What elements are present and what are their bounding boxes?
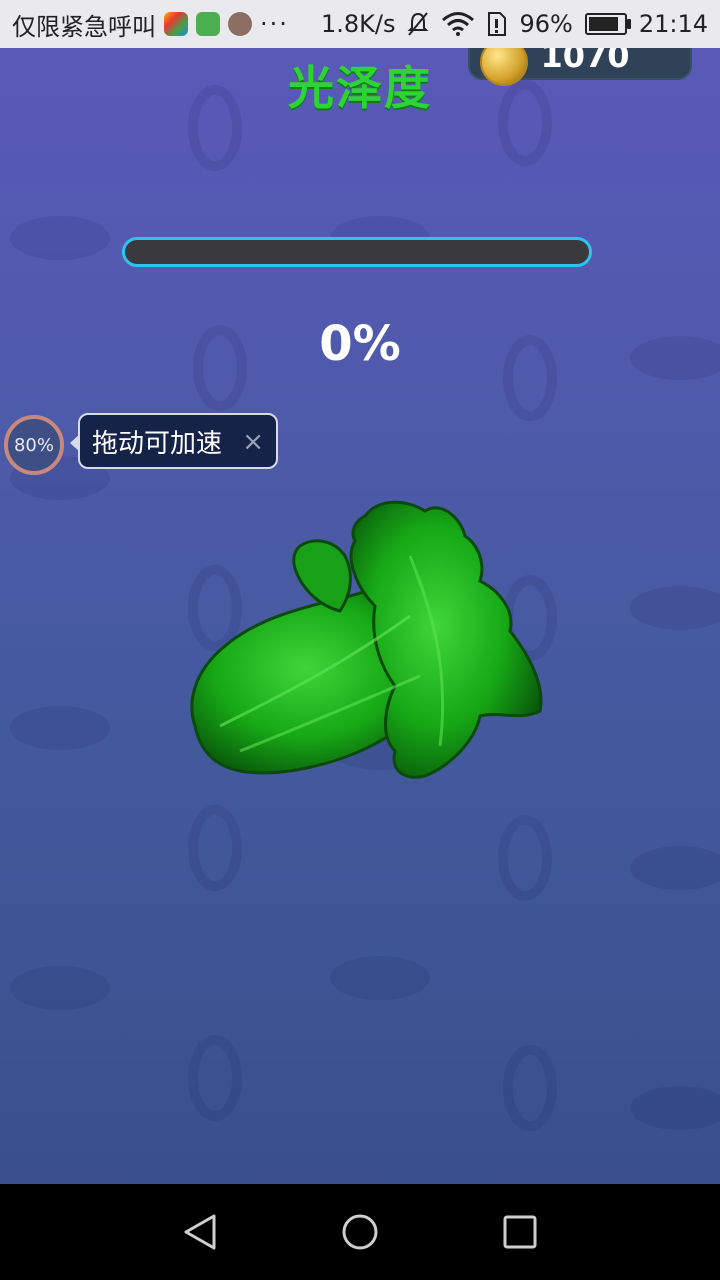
sim-icon	[488, 12, 507, 36]
recents-icon[interactable]	[500, 1212, 540, 1252]
battery-percent: 96%	[519, 10, 573, 38]
home-icon[interactable]	[340, 1212, 380, 1252]
battery-icon	[584, 13, 631, 35]
carrier-text: 仅限紧急呼叫	[12, 12, 156, 41]
wifi-icon	[442, 12, 475, 36]
progress-percent: 0%	[319, 316, 401, 372]
network-speed: 1.8K/s	[320, 10, 396, 38]
clock: 21:14	[638, 10, 708, 38]
status-bar: 仅限紧急呼叫 ··· 1.8K/s 96% 21:14	[0, 0, 720, 48]
close-icon[interactable]: ×	[242, 427, 264, 457]
drag-hint-tooltip: 拖动可加速 ×	[70, 413, 278, 469]
mute-icon	[408, 12, 429, 36]
progress-bar	[122, 237, 592, 267]
game-screen[interactable]: 1070 光泽度 0% 80% 拖动可加速 ×	[0, 48, 720, 1184]
stage-title: 光泽度	[288, 61, 432, 115]
speed-boost-indicator[interactable]: 80%	[4, 415, 64, 475]
navigation-bar	[0, 1184, 720, 1280]
avatar-icon	[228, 12, 252, 36]
tooltip-text: 拖动可加速	[92, 428, 223, 459]
app-icon	[164, 12, 188, 36]
overflow-dots: ···	[260, 10, 289, 38]
back-icon[interactable]	[180, 1212, 220, 1252]
cabbage-icon[interactable]	[180, 496, 550, 786]
app-icon	[196, 12, 220, 36]
